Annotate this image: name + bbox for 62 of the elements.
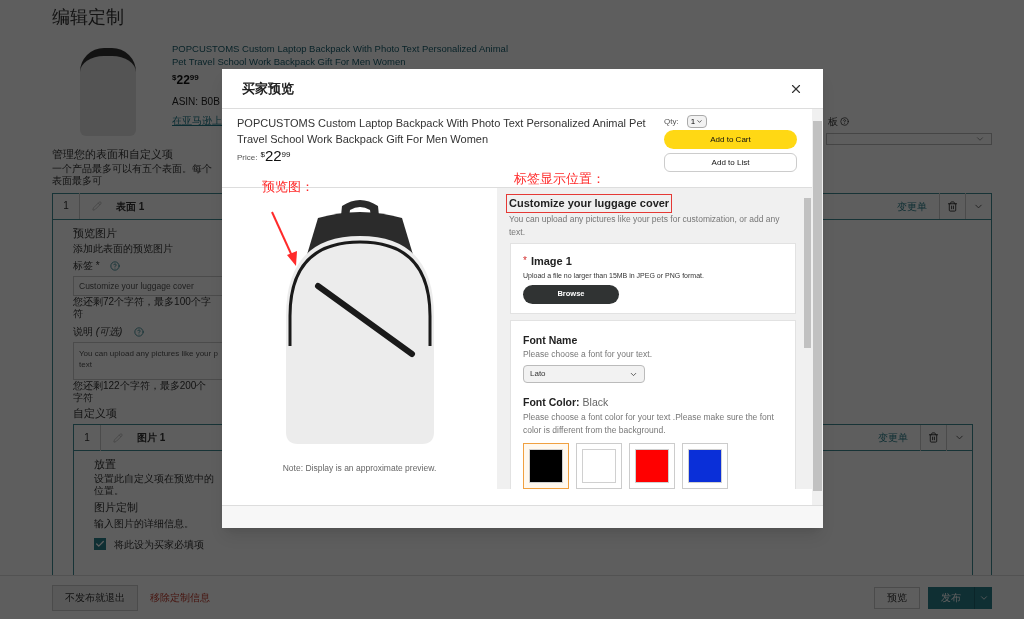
field-label: 标签 *	[73, 259, 100, 274]
help-icon[interactable]	[109, 260, 120, 271]
field-hint: 输入图片的详细信息。	[94, 516, 194, 531]
help-icon[interactable]	[134, 326, 145, 337]
price-label: Price:	[237, 152, 258, 164]
annotation-text: 预览图：	[262, 178, 314, 196]
select-field[interactable]	[826, 133, 992, 145]
section-title: 管理您的表面和自定义项	[52, 147, 173, 162]
card-title: Font Color:	[523, 395, 580, 410]
color-swatch[interactable]	[682, 442, 728, 489]
change-link[interactable]: 变更单	[878, 430, 908, 445]
qty-label: Qty:	[664, 115, 679, 128]
card-title: Image 1	[530, 253, 572, 269]
index-number: 1	[53, 193, 80, 219]
card-hint: Please choose a font color for your text .Please make sure the font color is different from the background.	[523, 410, 775, 437]
help-icon[interactable]	[840, 117, 849, 126]
checkbox[interactable]	[94, 538, 106, 550]
field-title: 放置	[94, 457, 116, 472]
remove-link[interactable]: 移除定制信息	[150, 590, 210, 605]
asin-text: ASIN: B0B	[172, 95, 220, 110]
chevron-down-icon	[975, 134, 985, 144]
product-title: POPCUSTOMS Custom Laptop Backpack With Photo Text Personalized Animal Pet Travel School Work Backpack Gift For Men Women	[237, 116, 647, 147]
page-title: 编辑定制	[52, 6, 125, 29]
field-title: 预览图片	[73, 225, 117, 241]
dialog-title: 买家预览	[242, 79, 294, 98]
character-counter: 您还剩72个字符，最多100个字符	[73, 296, 212, 321]
add-to-list-button[interactable]: Add to List	[664, 153, 797, 172]
qty-select[interactable]: 1	[686, 115, 708, 128]
chevron-down-icon	[696, 118, 704, 125]
field-hint: 设置此自定义项在预览中的位置。	[94, 472, 215, 497]
color-swatch[interactable]	[576, 442, 622, 489]
preview-note: Note: Display is an approximate preview.	[282, 462, 437, 475]
required-mark: *	[523, 254, 527, 269]
annotation-text: 标签显示位置：	[514, 170, 605, 188]
checkbox-label: 将此设为买家必填项	[114, 537, 204, 552]
highlighted-customization-title: Customize your luggage cover	[506, 194, 673, 213]
section-title: 自定义项	[73, 406, 117, 422]
card-hint: Please choose a font for your text.	[523, 348, 653, 361]
selected-color-name: Black	[582, 395, 609, 410]
card-title: Font Name	[523, 332, 579, 348]
field-label: 说明 (可选)	[73, 325, 123, 340]
color-swatch[interactable]	[629, 442, 675, 489]
index-number: 1	[74, 424, 101, 451]
field-hint: 添加此表面的预览图片	[73, 242, 173, 257]
add-to-cart-button[interactable]: Add to Cart	[664, 130, 797, 149]
field-title: 图片定制	[94, 499, 138, 515]
character-counter: 您还剩122个字符，最多200个字符	[73, 380, 208, 405]
panel-title: 图片 1	[137, 431, 166, 445]
customization-description: You can upload any pictures like your pets for customization, or add any text.	[509, 212, 781, 239]
change-link[interactable]: 变更单	[897, 198, 927, 214]
trash-icon[interactable]	[947, 200, 958, 212]
trash-icon[interactable]	[928, 432, 939, 443]
price: $^{$}$22$^{99}$	[172, 75, 199, 86]
publish-button[interactable]: 发布	[928, 586, 992, 609]
annotation-arrow	[270, 210, 300, 268]
color-swatch[interactable]	[523, 442, 569, 489]
font-select[interactable]: Lato	[523, 365, 645, 383]
product-title: POPCUSTOMS Custom Laptop Backpack With Photo Text Personalized Animal Pet Travel School Work Backpack Gift For Men Women	[172, 42, 509, 68]
preview-button[interactable]: 预览	[874, 586, 920, 609]
panel-title: 表面 1	[116, 199, 145, 214]
field-label: 板	[828, 115, 838, 129]
price: $^{$}$22$^{99}$	[260, 148, 291, 164]
